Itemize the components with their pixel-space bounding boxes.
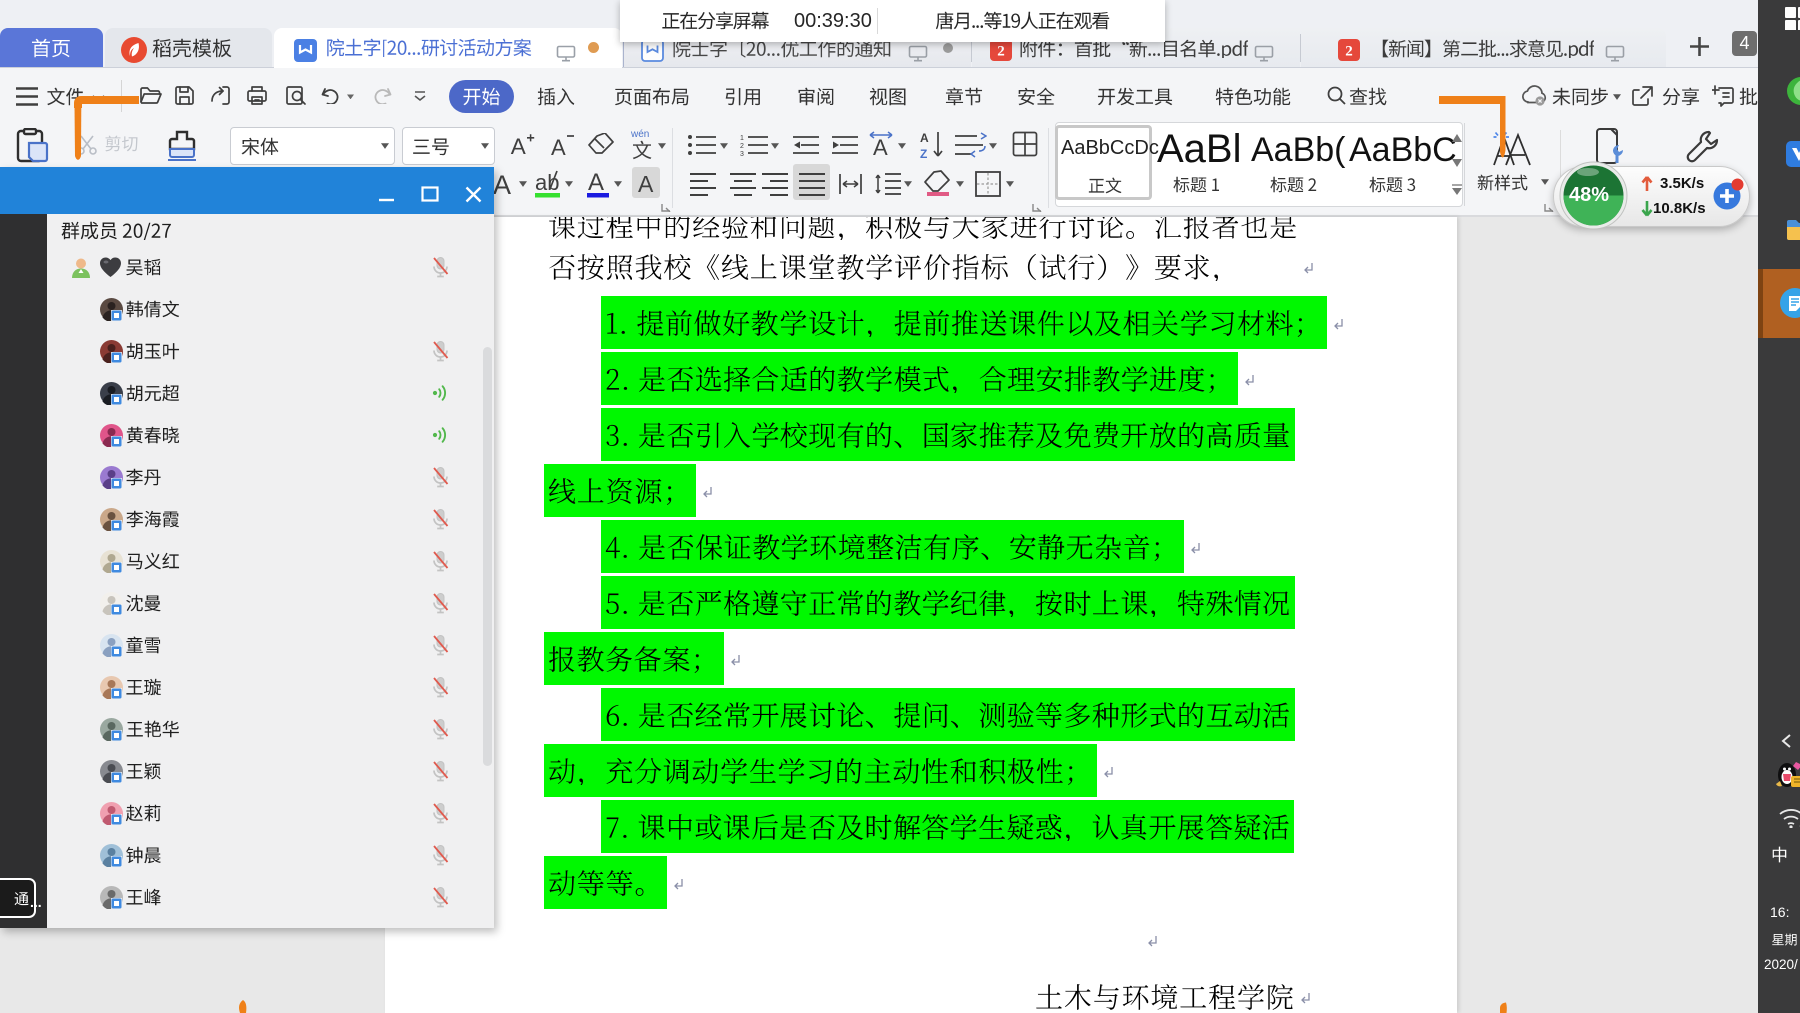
svg-text:1: 1 xyxy=(740,135,744,142)
svg-text:A: A xyxy=(551,135,566,159)
svg-text:2: 2 xyxy=(997,44,1005,60)
svg-text:A: A xyxy=(511,134,526,159)
svg-text:A: A xyxy=(588,169,604,196)
svg-text:2: 2 xyxy=(740,143,744,150)
svg-text:A: A xyxy=(493,170,511,198)
svg-text:Z: Z xyxy=(920,147,927,160)
svg-text:A: A xyxy=(638,171,654,197)
svg-text:2: 2 xyxy=(1345,44,1353,60)
svg-text:wén: wén xyxy=(630,129,649,140)
svg-text:A: A xyxy=(873,135,888,158)
svg-text:A: A xyxy=(920,131,929,145)
svg-text:3: 3 xyxy=(740,151,744,156)
